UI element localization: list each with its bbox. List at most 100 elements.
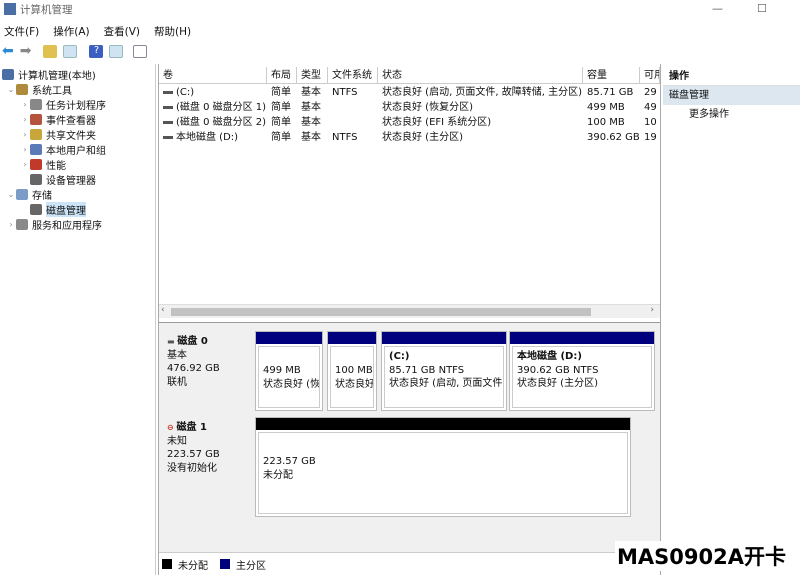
partition-title: 本地磁盘 (D:) [517,350,647,364]
show-action-pane-icon[interactable] [109,45,123,58]
minimize-button[interactable]: — [712,2,723,15]
tree-item[interactable]: ›本地用户和组 [0,142,155,157]
cell-text: 状态良好 (EFI 系统分区) [382,117,491,128]
table-cell: 19 [640,130,660,145]
scroll-left-icon[interactable]: ‹ [161,305,165,315]
disk-name-text: 磁盘 1 [177,422,207,433]
forward-icon[interactable]: ➡ [20,43,32,59]
disk-label[interactable]: ⊖ 磁盘 1未知223.57 GB没有初始化 [161,417,255,517]
tree-item[interactable]: ›共享文件夹 [0,127,155,142]
partition-status: 未分配 [263,469,623,483]
table-cell: 390.62 GB [583,130,640,145]
disk-graphical-view: ▬ 磁盘 0基本476.92 GB联机499 MB状态良好 (恢100 MB状态… [159,322,660,552]
cell-text: 29 [644,87,657,98]
partition[interactable]: 223.57 GB未分配 [255,417,631,517]
table-row[interactable]: (磁盘 0 磁盘分区 1)简单基本状态良好 (恢复分区)499 MB49 [159,100,660,115]
table-cell: 简单 [267,100,297,115]
tree-item-label: 任务计划程序 [46,97,106,112]
partition-size: 390.62 GB NTFS [517,364,647,378]
tree-item[interactable]: 磁盘管理 [0,202,155,217]
tree-item[interactable]: 计算机管理(本地) [0,67,155,82]
tree-item[interactable]: › 服务和应用程序 [0,217,155,232]
partition[interactable]: 100 MB状态良好 [327,331,377,411]
table-cell: 10 [640,115,660,130]
menu-file[interactable]: 文件(F) [4,24,39,39]
cell-text: 状态良好 (恢复分区) [382,102,473,113]
column-header[interactable]: 卷 [159,67,267,83]
partition-size: 85.71 GB NTFS [389,364,499,378]
expand-chevron-icon[interactable]: › [20,100,30,109]
tree-item[interactable]: ⌄存储 [0,187,155,202]
disk-name: ⊖ 磁盘 1 [167,421,249,435]
partition-body: 本地磁盘 (D:)390.62 GB NTFS状态良好 (主分区) [512,346,652,408]
partition-size: 499 MB [263,364,315,378]
expand-chevron-icon[interactable]: ⌄ [6,190,16,199]
partition-status: 状态良好 [335,378,369,392]
horizontal-scrollbar[interactable]: ‹ › [159,304,660,318]
table-cell: 基本 [297,100,328,115]
table-cell [328,100,378,115]
more-actions-link[interactable]: 更多操作 [663,105,800,124]
scroll-right-icon[interactable]: › [650,305,654,315]
column-header[interactable]: 布局 [267,67,297,83]
tree-item[interactable]: ›性能 [0,157,155,172]
partition-title: (C:) [389,350,499,364]
up-folder-icon[interactable] [43,45,57,58]
table-cell: 简单 [267,130,297,145]
menu-action[interactable]: 操作(A) [53,24,89,39]
disk-label[interactable]: ▬ 磁盘 0基本476.92 GB联机 [161,331,255,411]
column-header[interactable]: 类型 [297,67,328,83]
back-icon[interactable]: ⬅ [2,43,14,59]
partition-size: 223.57 GB [263,455,623,469]
expand-chevron-icon[interactable]: › [6,220,16,229]
table-row[interactable]: (磁盘 0 磁盘分区 2)简单基本状态良好 (EFI 系统分区)100 MB10 [159,115,660,130]
column-header[interactable]: 容量 [583,67,640,83]
table-cell [328,115,378,130]
expand-chevron-icon[interactable]: › [20,145,30,154]
partition-size: 100 MB [335,364,369,378]
tree-item[interactable]: ⌄系统工具 [0,82,155,97]
tree-node-icon [30,159,42,170]
menu-help[interactable]: 帮助(H) [154,24,191,39]
table-row[interactable]: (C:)简单基本NTFS状态良好 (启动, 页面文件, 故障转储, 主分区)85… [159,85,660,100]
partition-bar [328,332,376,344]
tree-node-icon [2,69,14,80]
scrollbar-thumb[interactable] [171,308,591,316]
column-header[interactable]: 可用 [640,67,660,83]
table-row[interactable]: 本地磁盘 (D:)简单基本NTFS状态良好 (主分区)390.62 GB19 [159,130,660,145]
toolbar: ⬅ ➡ ? [0,42,147,60]
properties-icon[interactable] [133,45,147,58]
cell-text: 基本 [301,117,321,128]
expand-chevron-icon[interactable]: › [20,115,30,124]
tree-node-icon [30,129,42,140]
partition[interactable]: 本地磁盘 (D:)390.62 GB NTFS状态良好 (主分区) [509,331,655,411]
actions-section-disk-management[interactable]: 磁盘管理 [663,86,800,105]
maximize-button[interactable]: ☐ [757,2,767,15]
disk-size: 476.92 GB [167,362,249,376]
tree-item-label: 设备管理器 [46,172,96,187]
table-cell: 基本 [297,130,328,145]
tree-item[interactable]: 设备管理器 [0,172,155,187]
partition[interactable]: (C:)85.71 GB NTFS状态良好 (启动, 页面文件, [381,331,507,411]
table-cell: 29 [640,85,660,100]
cell-text: 简单 [271,102,291,113]
tree-item-label: 事件查看器 [46,112,96,127]
help-icon[interactable]: ? [89,45,103,58]
expand-chevron-icon[interactable]: ⌄ [6,85,16,94]
legend: 未分配主分区 [159,552,660,575]
tree-item[interactable]: › 任务计划程序 [0,97,155,112]
legend-label: 主分区 [236,557,266,572]
menu-view[interactable]: 查看(V) [104,24,140,39]
show-hide-tree-icon[interactable] [63,45,77,58]
column-header[interactable]: 状态 [378,67,583,83]
navigation-tree: 计算机管理(本地)⌄系统工具 › 任务计划程序 › 事件查看器›共享文件夹›本地用户和组… [0,64,156,575]
tree-item-label: 服务和应用程序 [32,217,102,232]
cell-text: 简单 [271,132,291,143]
column-header[interactable]: 文件系统 [328,67,378,83]
partition[interactable]: 499 MB状态良好 (恢 [255,331,323,411]
expand-chevron-icon[interactable]: › [20,160,30,169]
cell-text: 本地磁盘 (D:) [176,132,238,143]
expand-chevron-icon[interactable]: › [20,130,30,139]
table-cell: (磁盘 0 磁盘分区 1) [159,100,267,115]
tree-item[interactable]: › 事件查看器 [0,112,155,127]
